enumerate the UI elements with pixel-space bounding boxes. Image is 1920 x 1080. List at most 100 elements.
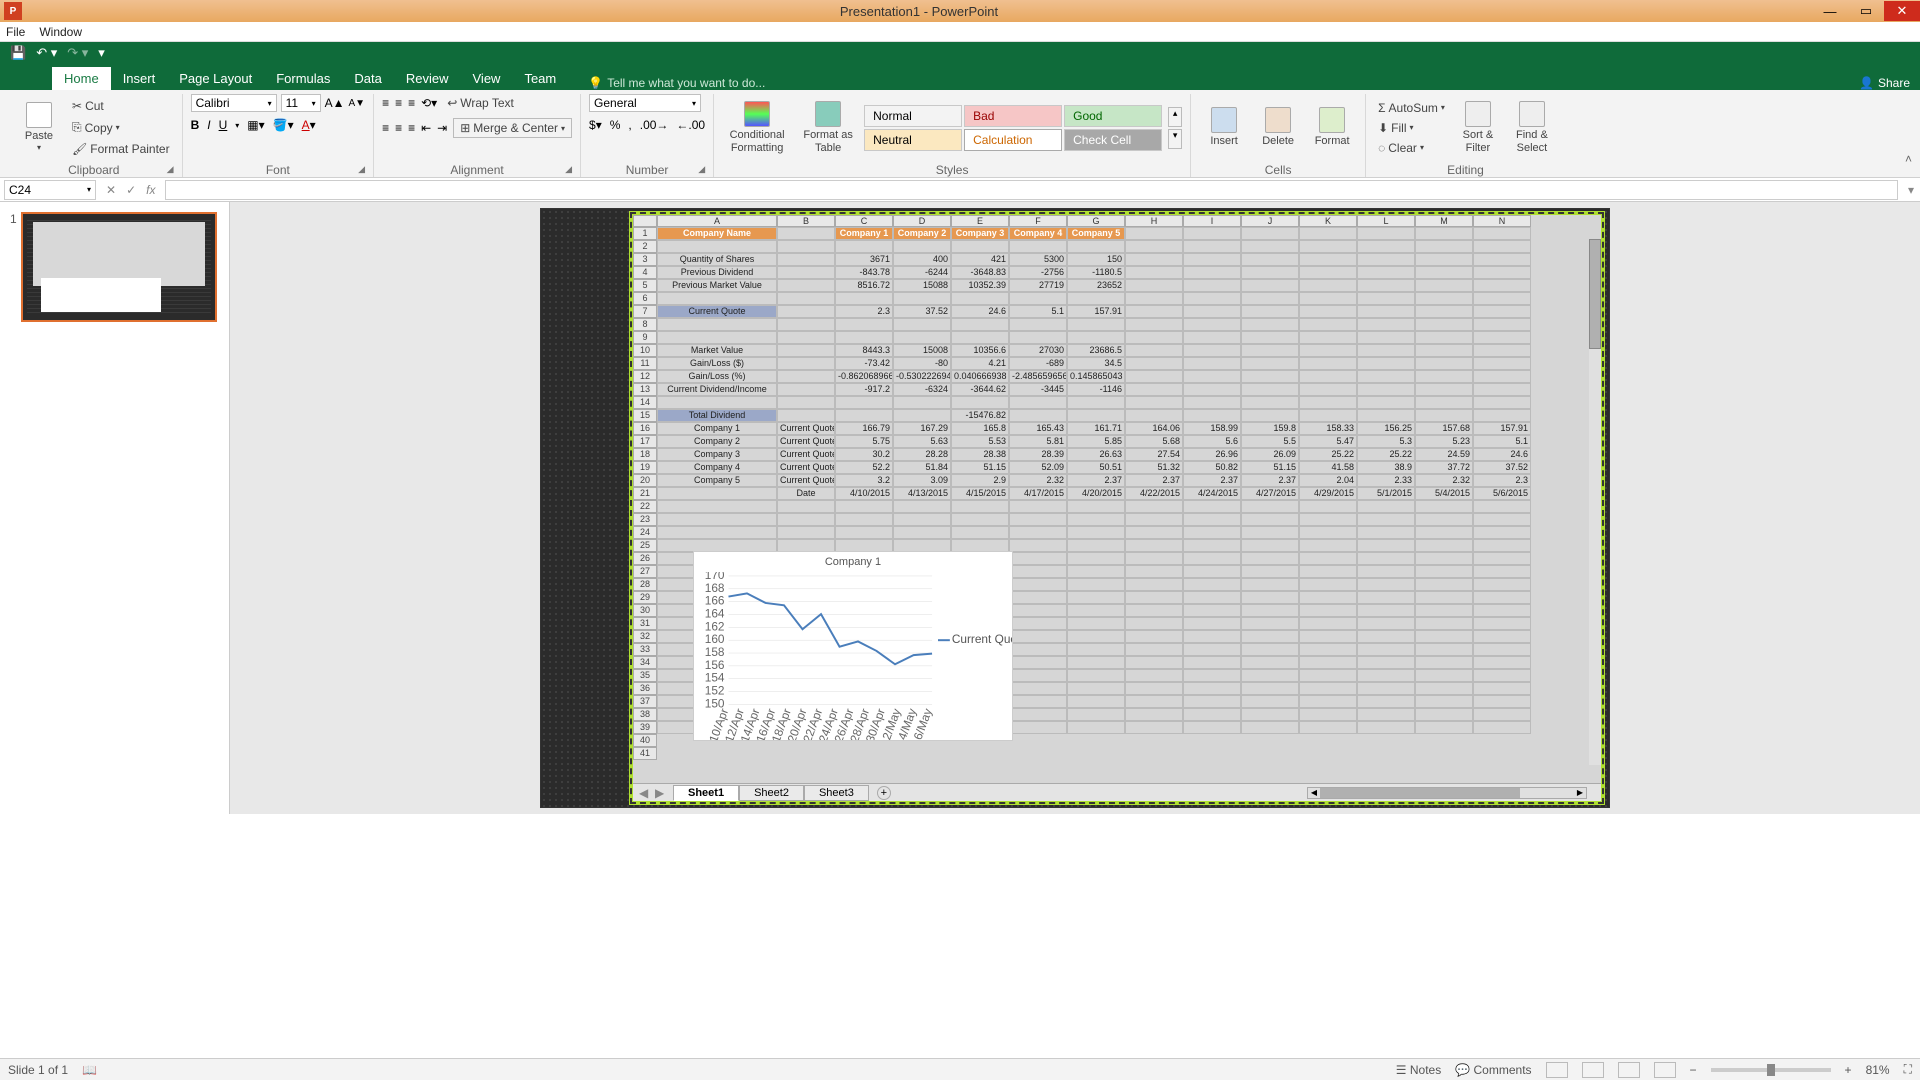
cell[interactable]: [1183, 604, 1241, 617]
cell[interactable]: [1415, 695, 1473, 708]
align-middle-button[interactable]: ≡: [395, 96, 402, 110]
cell[interactable]: [1009, 526, 1067, 539]
cell[interactable]: [1415, 227, 1473, 240]
cell[interactable]: 2.37: [1125, 474, 1183, 487]
cell[interactable]: 165.43: [1009, 422, 1067, 435]
row-header-29[interactable]: 29: [633, 591, 657, 604]
cell[interactable]: [1125, 500, 1183, 513]
cell[interactable]: [1183, 617, 1241, 630]
cell[interactable]: [1357, 682, 1415, 695]
cell[interactable]: [1183, 656, 1241, 669]
tab-page-layout[interactable]: Page Layout: [167, 67, 264, 90]
cell[interactable]: 4/29/2015: [1299, 487, 1357, 500]
cell[interactable]: [1183, 526, 1241, 539]
cell[interactable]: [1415, 266, 1473, 279]
cell[interactable]: [1009, 617, 1067, 630]
style-neutral[interactable]: Neutral: [864, 129, 962, 151]
embedded-vscroll[interactable]: [1589, 239, 1601, 765]
cell[interactable]: [1009, 682, 1067, 695]
accounting-format-button[interactable]: $▾: [589, 118, 602, 132]
cell[interactable]: [1183, 552, 1241, 565]
cell[interactable]: [1299, 617, 1357, 630]
cell[interactable]: [1125, 513, 1183, 526]
cell[interactable]: [1357, 292, 1415, 305]
enter-formula-button[interactable]: ✓: [126, 183, 136, 197]
cell[interactable]: [1415, 656, 1473, 669]
row-header-16[interactable]: 16: [633, 422, 657, 435]
new-sheet-button[interactable]: +: [877, 786, 891, 800]
row-header-4[interactable]: 4: [633, 266, 657, 279]
cell[interactable]: [1009, 578, 1067, 591]
cell[interactable]: [1357, 539, 1415, 552]
cell[interactable]: [1473, 669, 1531, 682]
cell[interactable]: [1415, 409, 1473, 422]
cell[interactable]: [1415, 643, 1473, 656]
cell[interactable]: [1299, 409, 1357, 422]
cell[interactable]: [1183, 240, 1241, 253]
fill-color-button[interactable]: 🪣▾: [273, 118, 294, 132]
shrink-font-button[interactable]: A▼: [348, 98, 365, 109]
paste-button[interactable]: Paste▾: [14, 98, 64, 157]
cell[interactable]: [1415, 253, 1473, 266]
close-button[interactable]: ✕: [1884, 1, 1920, 21]
cell[interactable]: [657, 526, 777, 539]
cell[interactable]: 51.15: [951, 461, 1009, 474]
row-header-30[interactable]: 30: [633, 604, 657, 617]
cell[interactable]: [1183, 591, 1241, 604]
fx-button[interactable]: fx: [146, 183, 155, 197]
cell[interactable]: [1473, 292, 1531, 305]
cell[interactable]: [1415, 305, 1473, 318]
cell[interactable]: [1241, 695, 1299, 708]
cell[interactable]: 5.1: [1473, 435, 1531, 448]
cell[interactable]: [1299, 578, 1357, 591]
col-header-B[interactable]: B: [777, 215, 835, 227]
cell[interactable]: [835, 318, 893, 331]
font-dialog-launcher[interactable]: ◢: [358, 164, 365, 175]
cell[interactable]: [835, 409, 893, 422]
style-normal[interactable]: Normal: [864, 105, 962, 127]
row-header-3[interactable]: 3: [633, 253, 657, 266]
row-header-27[interactable]: 27: [633, 565, 657, 578]
insert-cells-button[interactable]: Insert: [1199, 103, 1249, 151]
cell[interactable]: [1183, 708, 1241, 721]
cell[interactable]: [1125, 357, 1183, 370]
cell[interactable]: [1241, 669, 1299, 682]
cell[interactable]: Market Value: [657, 344, 777, 357]
row-header-39[interactable]: 39: [633, 721, 657, 734]
cell[interactable]: 5.81: [1009, 435, 1067, 448]
cell[interactable]: -3648.83: [951, 266, 1009, 279]
formula-input[interactable]: [165, 180, 1898, 200]
cell[interactable]: [1473, 279, 1531, 292]
cell[interactable]: 2.04: [1299, 474, 1357, 487]
cell[interactable]: [1009, 708, 1067, 721]
cell[interactable]: [1067, 539, 1125, 552]
cell[interactable]: [1357, 591, 1415, 604]
cell[interactable]: [1067, 409, 1125, 422]
cell[interactable]: [1241, 643, 1299, 656]
cell[interactable]: [893, 513, 951, 526]
cell[interactable]: 4/27/2015: [1241, 487, 1299, 500]
cell[interactable]: [1125, 617, 1183, 630]
row-header-25[interactable]: 25: [633, 539, 657, 552]
delete-cells-button[interactable]: Delete: [1253, 103, 1303, 151]
style-bad[interactable]: Bad: [964, 105, 1062, 127]
cell[interactable]: [1299, 552, 1357, 565]
cell[interactable]: [1125, 578, 1183, 591]
row-header-7[interactable]: 7: [633, 305, 657, 318]
cell[interactable]: [1473, 500, 1531, 513]
cell[interactable]: [1473, 539, 1531, 552]
cell[interactable]: [1299, 357, 1357, 370]
cell[interactable]: [1183, 227, 1241, 240]
cell[interactable]: [1473, 591, 1531, 604]
cell[interactable]: [1183, 565, 1241, 578]
cell[interactable]: 41.58: [1299, 461, 1357, 474]
cell[interactable]: [893, 500, 951, 513]
col-header-C[interactable]: C: [835, 215, 893, 227]
sort-filter-button[interactable]: Sort & Filter: [1453, 97, 1503, 157]
cell[interactable]: Company 3: [657, 448, 777, 461]
cell[interactable]: [1415, 630, 1473, 643]
cell[interactable]: [1473, 266, 1531, 279]
cell[interactable]: 4/17/2015: [1009, 487, 1067, 500]
cell[interactable]: [777, 305, 835, 318]
cell[interactable]: [1067, 682, 1125, 695]
